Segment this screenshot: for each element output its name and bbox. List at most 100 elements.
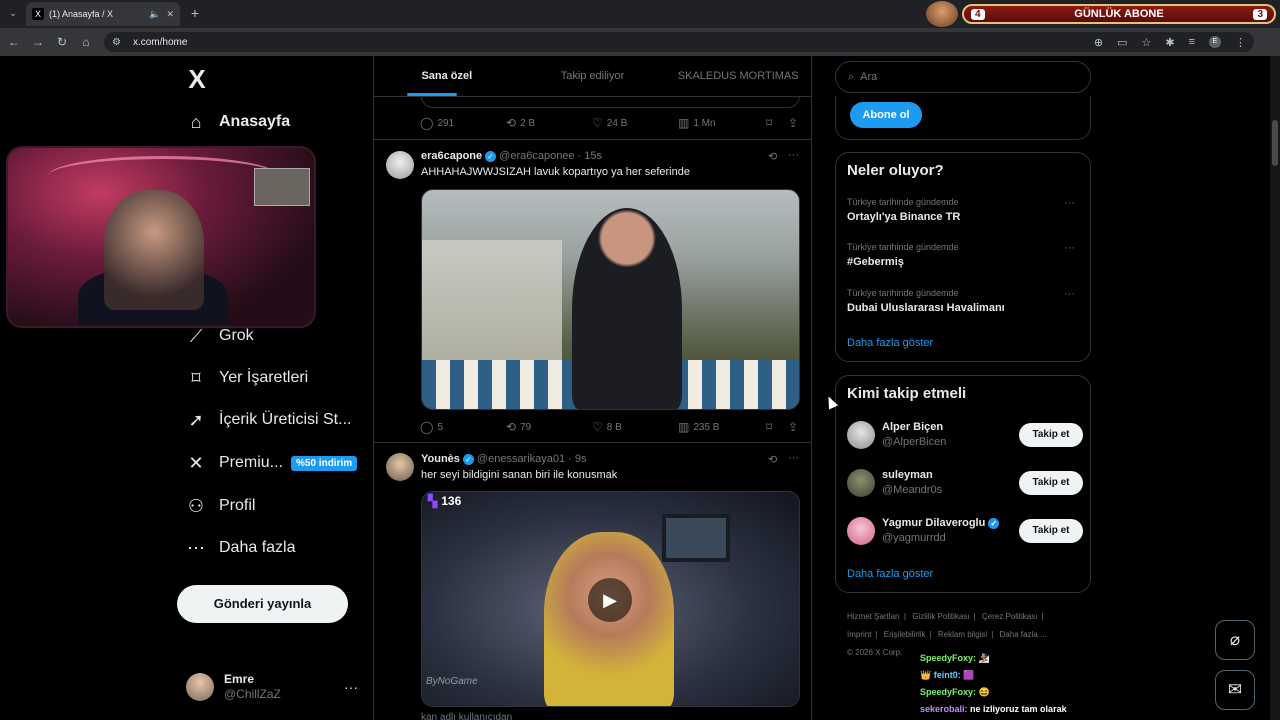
trend-context: Türkiye tarihinde gündemde — [847, 197, 959, 207]
play-icon[interactable]: ▶ — [588, 578, 632, 622]
repost-button[interactable]: ⟲ 2 B — [506, 116, 592, 130]
trend-more-icon[interactable]: ··· — [1064, 197, 1075, 209]
messages-fab-icon[interactable]: ✉ — [1215, 670, 1255, 710]
post-handle[interactable]: @enessarikaya01 — [477, 453, 565, 465]
post-avatar[interactable] — [386, 453, 414, 481]
cast-icon[interactable]: ▭ — [1117, 36, 1127, 49]
post-button[interactable]: Gönderi yayınla — [177, 585, 348, 623]
media-icon[interactable]: ≡ — [1189, 36, 1195, 49]
trends-show-more-link[interactable]: Daha fazla göster — [847, 337, 933, 349]
grok-fab-icon[interactable]: ⌀ — [1215, 620, 1255, 660]
follow-suggestion[interactable]: Alper Biçen @AlperBicen Takip et — [847, 417, 1083, 453]
who-show-more-link[interactable]: Daha fazla göster — [847, 568, 933, 580]
zoom-icon[interactable]: ⊕ — [1094, 36, 1103, 49]
scrollbar-thumb[interactable] — [1272, 120, 1278, 166]
browser-tab[interactable]: X (1) Anasayfa / X 🔈 ✕ — [26, 2, 180, 26]
reply-button[interactable]: ◯ 5 — [420, 420, 506, 434]
user-handle: @ChillZaZ — [224, 687, 281, 701]
next-post-snippet: kan adlı kullanıcıdan — [421, 712, 513, 720]
grok-explain-icon[interactable]: ⟲ — [768, 453, 777, 466]
verified-icon: ✓ — [485, 150, 497, 162]
tab-close-icon[interactable]: ✕ — [166, 9, 174, 20]
nav-item-more[interactable]: ⋯ Daha fazla — [184, 528, 374, 568]
extensions-icon[interactable]: ✱ — [1165, 36, 1174, 49]
follow-button[interactable]: Takip et — [1019, 423, 1083, 447]
follow-suggestion[interactable]: Yagmur Dilaveroglu ✓ @yagmurrdd Takip et — [847, 513, 1083, 549]
post-author-name[interactable]: Younès — [421, 453, 460, 465]
post-divider — [374, 139, 811, 140]
url-bar[interactable]: ⚙ x.com/home ⊕ ▭ ☆ ✱ ≡ E ⋮ — [104, 32, 1254, 52]
post-avatar[interactable] — [386, 151, 414, 179]
account-switcher[interactable]: Emre @ChillZaZ ··· — [186, 670, 376, 704]
who-to-follow-title: Kimi takip etmeli — [847, 385, 967, 402]
tab-for-you[interactable]: Sana özel — [374, 56, 520, 96]
bookmark-post-button[interactable]: ⌑ — [766, 420, 788, 434]
star-icon[interactable]: ☆ — [1141, 36, 1151, 49]
footer-link[interactable]: Daha fazla ... — [1000, 630, 1047, 639]
post-handle[interactable]: @era6caponee — [499, 150, 574, 162]
chat-message: sekerobali: ne izliyoruz tam olarak — [920, 704, 1067, 714]
post-time[interactable]: · 9s — [568, 453, 586, 465]
new-tab-button[interactable]: + — [188, 5, 202, 21]
trend-item[interactable]: Türkiye tarihinde gündemde #Gebermiş ··· — [847, 242, 1083, 282]
search-input[interactable]: ⌕ Ara — [835, 61, 1091, 93]
post-more-icon[interactable]: ··· — [788, 149, 799, 161]
post-video[interactable] — [421, 189, 800, 410]
footer-link[interactable]: Çerez Politikası — [982, 612, 1038, 621]
trend-item[interactable]: Türkiye tarihinde gündemde Dubai Uluslar… — [847, 288, 1083, 328]
audio-icon[interactable]: 🔈 — [149, 9, 160, 20]
post-video[interactable]: ▚ 136 ▶ ByNoGame — [421, 491, 800, 707]
nav-item-creator-studio[interactable]: ➚ İçerik Üreticisi St... — [184, 400, 374, 440]
subscribe-button[interactable]: Abone ol — [850, 102, 922, 128]
post-author-name[interactable]: era6capone — [421, 150, 482, 162]
trend-more-icon[interactable]: ··· — [1064, 242, 1075, 254]
footer-link[interactable]: Erişilebilirlik — [884, 630, 926, 639]
footer-link[interactable]: Gizlilik Politikası — [912, 612, 969, 621]
tab-following[interactable]: Takip ediliyor — [520, 56, 666, 96]
nav-item-home[interactable]: ⌂ Anasayfa — [184, 102, 374, 142]
account-more-icon[interactable]: ··· — [344, 679, 358, 695]
post-time[interactable]: · 15s — [578, 150, 602, 162]
trend-more-icon[interactable]: ··· — [1064, 288, 1075, 300]
mascot-image — [926, 1, 958, 27]
views-button[interactable]: ▥ 1 Mn — [678, 116, 766, 130]
post-text: her seyi bildigini sanan biri ile konusm… — [421, 469, 618, 481]
nav-item-bookmarks[interactable]: ⌑ Yer İşaretleri — [184, 358, 374, 398]
follow-suggestion[interactable]: suleyman @Meandr0s Takip et — [847, 465, 1083, 501]
x-logo[interactable]: X — [184, 64, 210, 94]
site-info-icon[interactable]: ⚙ — [112, 37, 121, 48]
profile-avatar[interactable]: E — [1209, 35, 1221, 48]
previous-post-media[interactable] — [421, 96, 800, 108]
reply-icon: ◯ — [420, 116, 434, 130]
browser-menu-icon[interactable]: ⋮ — [1235, 36, 1246, 49]
heart-icon: ♡ — [592, 116, 603, 130]
tab-list[interactable]: SKALEDUS MORTIMAS — [665, 56, 811, 96]
bookmark-post-button[interactable]: ⌑ — [766, 116, 788, 130]
tab-search-icon[interactable]: ⌄ — [6, 6, 20, 20]
post-text: AHHAHAJWWJSIZAH lavuk kopartıyo ya her s… — [421, 166, 690, 178]
nav-item-premium[interactable]: ✕ Premiu... %50 indirim — [184, 443, 374, 483]
post-more-icon[interactable]: ··· — [788, 452, 799, 464]
nav-item-profile[interactable]: ⚇ Profil — [184, 486, 374, 526]
back-icon[interactable]: ← — [2, 35, 26, 49]
trend-item[interactable]: Türkiye tarihinde gündemde Ortaylı'ya Bi… — [847, 197, 1083, 237]
follow-button[interactable]: Takip et — [1019, 519, 1083, 543]
repost-button[interactable]: ⟲ 79 — [506, 420, 592, 434]
forward-icon[interactable]: → — [26, 35, 50, 49]
home-browser-icon[interactable]: ⌂ — [74, 35, 98, 49]
verified-icon: ✓ — [462, 453, 474, 465]
follow-button[interactable]: Takip et — [1019, 471, 1083, 495]
views-icon: ▥ — [678, 116, 690, 130]
reply-button[interactable]: ◯ 291 — [420, 116, 506, 130]
reload-icon[interactable]: ↻ — [50, 35, 74, 49]
footer-link[interactable]: Hizmet Şartları — [847, 612, 900, 621]
views-button[interactable]: ▥ 235 B — [678, 420, 766, 434]
footer-link[interactable]: Reklam bilgisi — [938, 630, 987, 639]
like-button[interactable]: ♡ 24 B — [592, 116, 678, 130]
footer-link[interactable]: Imprint — [847, 630, 871, 639]
share-button[interactable]: ⇪ — [788, 116, 798, 130]
share-button[interactable]: ⇪ — [788, 420, 798, 434]
suggestion-handle: @AlperBicen — [882, 436, 947, 448]
like-button[interactable]: ♡ 8 B — [592, 420, 678, 434]
grok-explain-icon[interactable]: ⟲ — [768, 150, 777, 163]
